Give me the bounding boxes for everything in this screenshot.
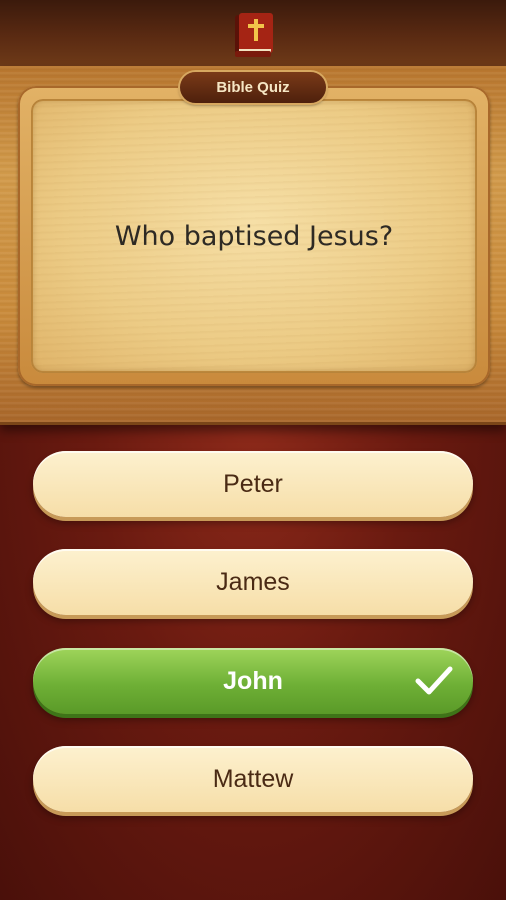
checkmark-icon (415, 666, 453, 695)
answer-option-1[interactable]: Peter (33, 451, 473, 517)
answer-label: John (223, 667, 283, 695)
answer-option-2[interactable]: James (33, 549, 473, 615)
question-text: Who baptised Jesus? (114, 220, 394, 252)
bible-book-icon (235, 13, 273, 57)
answer-option-3-correct[interactable]: John (33, 648, 473, 714)
answer-option-4[interactable]: Mattew (33, 746, 473, 812)
